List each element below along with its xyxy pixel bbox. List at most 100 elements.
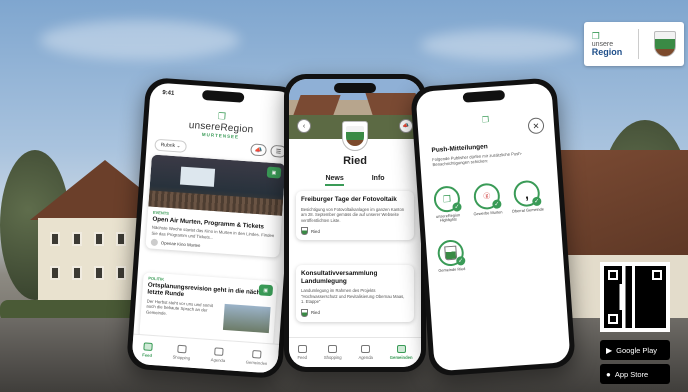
tab-shopping[interactable]: Shopping bbox=[324, 345, 342, 360]
camera-badge: ▣ bbox=[258, 284, 274, 297]
cloud bbox=[420, 30, 580, 60]
feed-icon bbox=[297, 345, 307, 353]
card-image bbox=[148, 154, 286, 216]
qr-pattern bbox=[604, 266, 666, 328]
app-logo: ❐ unsereRegion MURTENSEE bbox=[147, 106, 295, 143]
push-publisher-item[interactable]: ❐ ✓ unsereRegion Highlights bbox=[428, 185, 466, 224]
phone-push-settings: ❐ ✕ Push-Mitteilungen Folgende Publisher… bbox=[410, 77, 576, 377]
camera-badge: ▣ bbox=[266, 166, 282, 179]
back-button[interactable]: ‹ bbox=[297, 119, 311, 133]
megaphone-icon: 📣 bbox=[254, 147, 263, 154]
news-source-label: Ried bbox=[311, 228, 320, 234]
app-store-label: App Store bbox=[614, 369, 649, 379]
check-icon: ✓ bbox=[455, 256, 466, 266]
card-image bbox=[223, 303, 271, 333]
push-publisher-item[interactable]: ✓ Gemeinde Ried bbox=[432, 239, 470, 274]
municipal-crest-icon bbox=[654, 31, 677, 57]
news-title: Konsultativversammlung Landumlegung bbox=[301, 270, 378, 285]
push-publisher-label: Gewerbe Murten bbox=[473, 209, 503, 217]
calendar-icon bbox=[213, 347, 224, 356]
notch bbox=[334, 83, 376, 93]
community-crest-icon bbox=[342, 121, 368, 151]
tab-gemeinden-label: Gemeinden bbox=[245, 359, 268, 367]
google-play-icon: ▶ bbox=[606, 345, 613, 355]
community-tabs: News Info bbox=[289, 175, 421, 186]
unsere-region-logo: ❐ unsere Region bbox=[591, 30, 623, 57]
tab-feed-label: Feed bbox=[142, 352, 153, 358]
tab-agenda[interactable]: Agenda bbox=[211, 347, 226, 363]
chat-logo-icon: ❐ bbox=[591, 30, 600, 41]
tab-info[interactable]: Info bbox=[372, 175, 385, 186]
calendar-icon bbox=[361, 345, 371, 353]
check-icon: ✓ bbox=[492, 199, 502, 209]
tab-shopping-label: Shopping bbox=[172, 354, 191, 361]
brand-line-2: Region bbox=[591, 46, 623, 57]
shopping-bag-icon bbox=[177, 344, 187, 354]
google-play-label: Google Play bbox=[616, 345, 658, 355]
tab-gemeinden[interactable]: Gemeinden bbox=[390, 345, 413, 360]
google-play-button[interactable]: ▶ Google Play bbox=[600, 340, 670, 360]
tab-agenda-label: Agenda bbox=[358, 355, 373, 360]
news-title: Freiburger Tage der Fotovoltaik bbox=[301, 196, 397, 203]
app-store-button[interactable]: ● App Store bbox=[600, 364, 670, 384]
tab-shopping-label: Shopping bbox=[323, 355, 342, 360]
notch bbox=[201, 89, 245, 103]
tab-feed[interactable]: Feed bbox=[142, 342, 153, 358]
tab-agenda[interactable]: Agenda bbox=[358, 345, 373, 360]
tab-feed[interactable]: Feed bbox=[297, 345, 307, 360]
house-roof-right bbox=[560, 150, 688, 260]
tab-feed-label: Feed bbox=[297, 355, 307, 360]
phone-push-screen: ❐ ✕ Push-Mitteilungen Folgende Publisher… bbox=[415, 82, 571, 372]
comma-logo-icon: , ✓ bbox=[512, 179, 542, 208]
shopping-bag-icon bbox=[328, 345, 338, 353]
news-text: Besichtigung von Fotovoltaikanlagen im g… bbox=[301, 206, 405, 223]
megaphone-button[interactable]: 📣 bbox=[250, 143, 267, 157]
news-source: Ried bbox=[301, 227, 409, 236]
crest-icon bbox=[301, 308, 308, 317]
gewerbe-logo-icon: ⓖ ✓ bbox=[472, 182, 502, 211]
brand-logo-box: ❐ unsere Region bbox=[584, 22, 684, 66]
push-publisher-item[interactable]: , ✓ Oberrat Gemeinde bbox=[508, 179, 546, 214]
phone-feed-screen: 9:41 ❐ unsereRegion MURTENSEE Rubrik ⌄ 📣… bbox=[131, 82, 297, 374]
push-title: Push-Mitteilungen bbox=[431, 143, 488, 155]
community-name: Ried bbox=[343, 155, 367, 167]
cloud bbox=[40, 20, 240, 60]
push-publisher-label: Oberrat Gemeinde bbox=[511, 206, 545, 214]
crest-icon: ✓ bbox=[436, 239, 466, 267]
check-icon: ✓ bbox=[452, 202, 462, 212]
chat-logo-icon: ❐ ✓ bbox=[433, 185, 462, 214]
tab-gemeinden-label: Gemeinden bbox=[389, 355, 413, 360]
feed-card[interactable]: EVENTS Open Air Murten, Programm & Ticke… bbox=[145, 154, 286, 258]
filter-chip-label: Rubrik bbox=[160, 142, 176, 150]
tab-news[interactable]: News bbox=[325, 175, 344, 186]
news-card[interactable]: Freiburger Tage der Fotovoltaik Besichti… bbox=[296, 191, 414, 241]
news-source: Ried bbox=[301, 308, 409, 317]
close-icon: ✕ bbox=[532, 121, 540, 131]
tab-gemeinden[interactable]: Gemeinden bbox=[246, 350, 269, 366]
promo-stage: 9:41 ❐ unsereRegion MURTENSEE Rubrik ⌄ 📣… bbox=[0, 0, 688, 392]
qr-code[interactable] bbox=[600, 262, 670, 332]
town-hall-icon bbox=[396, 345, 406, 353]
card-text: Der Herbst steht vor uns und somit auch … bbox=[145, 298, 214, 316]
phone-feed: 9:41 ❐ unsereRegion MURTENSEE Rubrik ⌄ 📣… bbox=[126, 76, 302, 380]
crest-icon bbox=[301, 227, 308, 236]
source-avatar bbox=[150, 238, 159, 247]
tab-shopping[interactable]: Shopping bbox=[172, 344, 191, 361]
close-button[interactable]: ✕ bbox=[527, 117, 545, 135]
push-publisher-label: Gemeinde Ried bbox=[438, 266, 466, 273]
news-card[interactable]: Konsultativversammlung Landumlegung Land… bbox=[296, 265, 414, 322]
feed-icon bbox=[142, 342, 153, 351]
phone-community: ‹ 📣 Ried News Info Freiburger Tage der F… bbox=[284, 74, 426, 372]
town-hall-icon bbox=[252, 350, 262, 359]
back-arrow-icon: ‹ bbox=[302, 122, 306, 130]
card-source-label: Openair Kino Murten bbox=[160, 240, 201, 249]
megaphone-button[interactable]: 📣 bbox=[399, 119, 413, 133]
push-publisher-label: unsereRegion Highlights bbox=[435, 212, 461, 224]
filter-chip[interactable]: Rubrik ⌄ bbox=[154, 138, 188, 153]
news-source-label: Ried bbox=[311, 310, 320, 316]
phone-community-screen: ‹ 📣 Ried News Info Freiburger Tage der F… bbox=[289, 79, 421, 367]
divider bbox=[637, 29, 639, 59]
push-publisher-item[interactable]: ⓖ ✓ Gewerbe Murten bbox=[468, 182, 506, 217]
apple-icon: ● bbox=[606, 369, 611, 379]
status-time: 9:41 bbox=[162, 90, 175, 97]
